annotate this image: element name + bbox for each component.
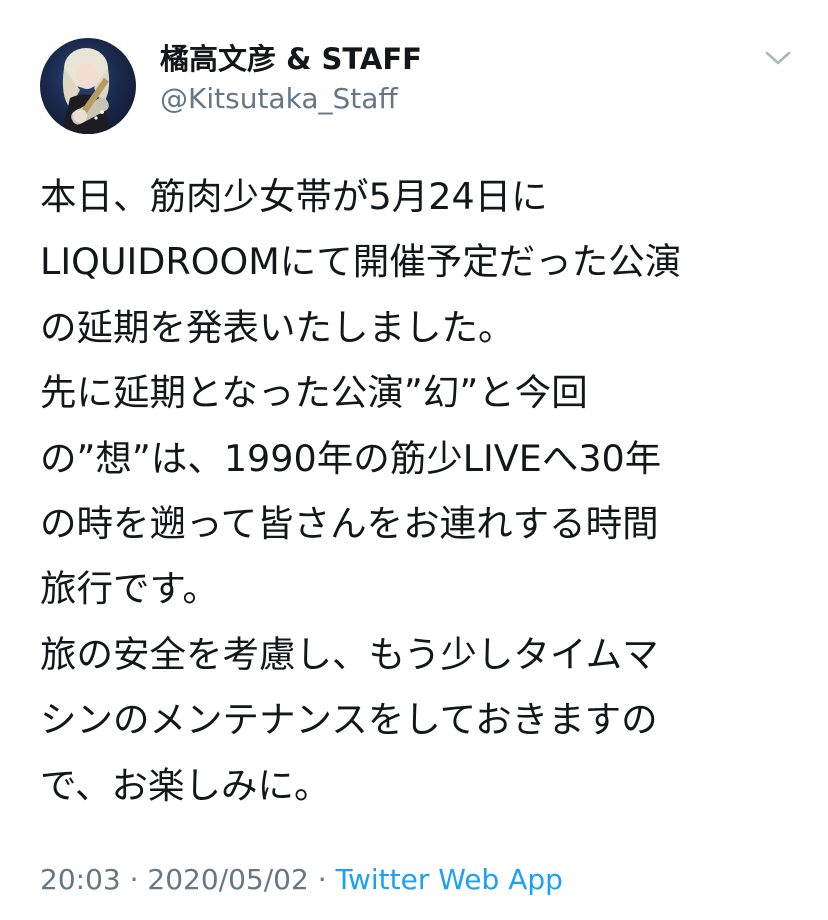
avatar[interactable] <box>40 38 136 134</box>
tweet-text-line: 旅の安全を考慮し、もう少しタイムマ <box>40 632 659 676</box>
meta-separator: · <box>120 863 148 896</box>
tweet-time[interactable]: 20:03 <box>40 863 121 896</box>
user-handle[interactable]: @Kitsutaka_Staff <box>160 80 422 118</box>
tweet-text: 本日、筋肉少女帯が5月24日に LIQUIDROOMにて開催予定だった公演 の延… <box>40 164 810 818</box>
avatar-photo <box>62 48 110 134</box>
tweet-text-line: シンのメンテナンスをしておきますの <box>40 698 658 742</box>
tweet-meta: 20:03 · 2020/05/02 · Twitter Web App <box>40 858 563 902</box>
tweet: 橘高文彦 & STAFF @Kitsutaka_Staff 本日、筋肉少女帯が5… <box>0 0 828 920</box>
display-name[interactable]: 橘高文彦 & STAFF <box>160 40 422 78</box>
tweet-text-line: LIQUIDROOMにて開催予定だった公演 <box>40 240 682 284</box>
tweet-date[interactable]: 2020/05/02 <box>147 863 308 896</box>
tweet-text-line: の”想”は、1990年の筋少LIVEへ30年 <box>40 436 662 480</box>
author-block: 橘高文彦 & STAFF @Kitsutaka_Staff <box>160 40 422 118</box>
tweet-text-line: で、お楽しみに。 <box>40 763 331 807</box>
tweet-text-line: 先に延期となった公演”幻”と今回 <box>40 371 588 415</box>
chevron-down-icon[interactable] <box>762 44 794 72</box>
tweet-text-line: 本日、筋肉少女帯が5月24日に <box>40 175 548 218</box>
source-link[interactable]: Twitter Web App <box>336 863 563 896</box>
tweet-text-line: の延期を発表いたしました。 <box>40 305 515 349</box>
meta-separator: · <box>308 863 336 896</box>
tweet-text-line: の時を遡って皆さんをお連れする時間 <box>40 502 659 546</box>
tweet-text-line: 旅行です。 <box>40 567 219 611</box>
